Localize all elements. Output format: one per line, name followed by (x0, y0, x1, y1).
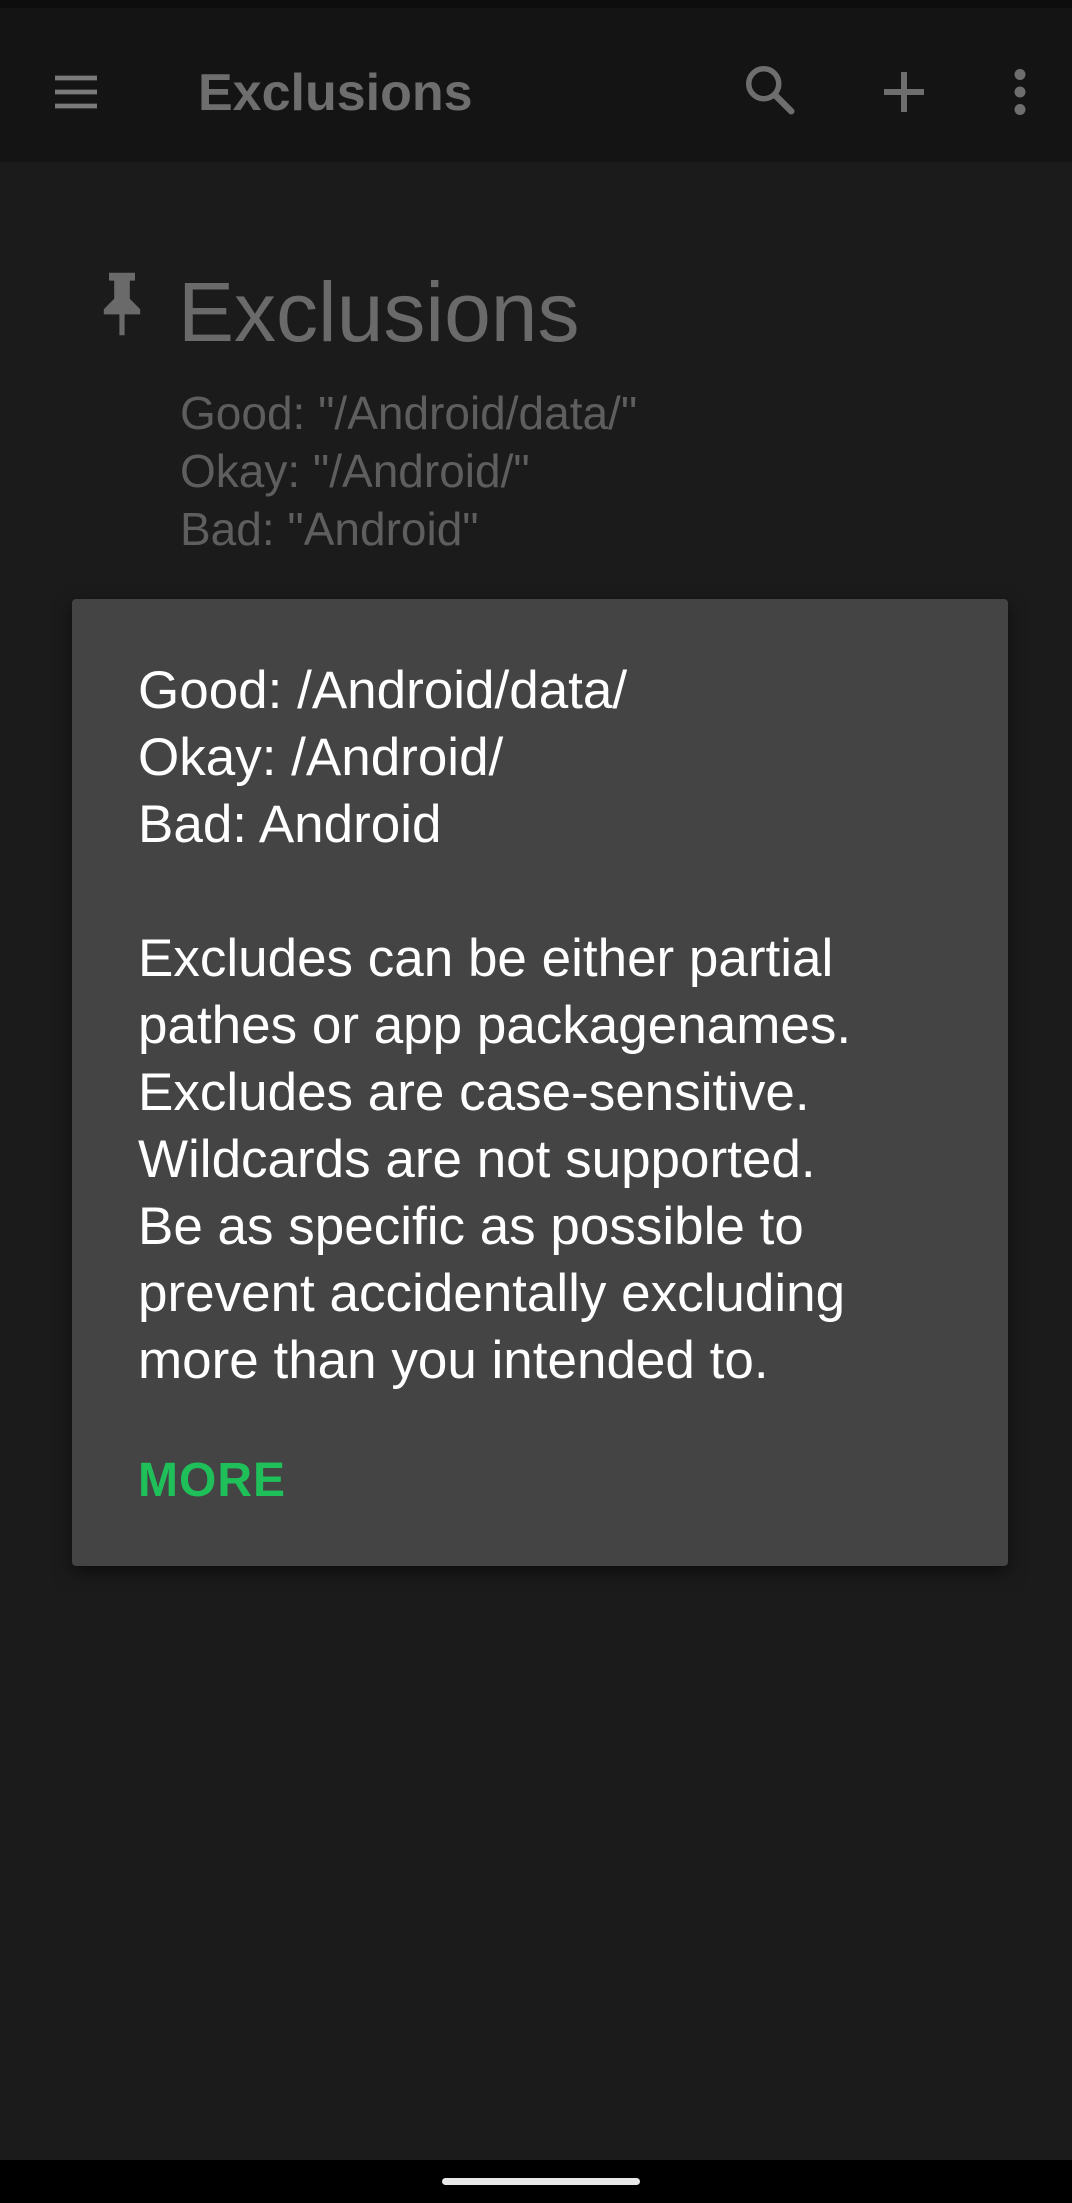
tooltip-body-line: Wildcards are not supported. (138, 1130, 816, 1189)
header-line-good: Good: "/Android/data/" (180, 387, 638, 439)
tooltip-body: Excludes can be either partial pathes or… (138, 925, 958, 1394)
toolbar-title: Exclusions (198, 64, 473, 122)
tooltip-body-line: Be as specific as possible to (138, 1197, 804, 1256)
more-button[interactable]: MORE (138, 1451, 286, 1511)
tooltip-body-line: pathes or app packagenames. (138, 996, 852, 1055)
tooltip-body-line: Excludes can be either partial (138, 929, 834, 988)
search-icon[interactable] (740, 60, 800, 120)
add-icon[interactable] (874, 62, 934, 122)
tooltip-example-good: Good: /Android/data/ (138, 661, 628, 720)
tooltip-example-bad: Bad: Android (138, 795, 442, 854)
tooltip-body-line: more than you intended to. (138, 1331, 769, 1390)
more-vert-icon[interactable] (1000, 62, 1040, 122)
status-bar (0, 0, 1072, 8)
tooltip-examples: Good: /Android/data/ Okay: /Android/ Bad… (138, 657, 627, 858)
pin-icon (103, 272, 141, 336)
header-line-okay: Okay: "/Android/" (180, 445, 530, 497)
header-description: Good: "/Android/data/" Okay: "/Android/"… (180, 384, 637, 558)
toolbar: Exclusions (0, 8, 1072, 162)
tooltip-body-line: Excludes are case-sensitive. (138, 1063, 810, 1122)
header-title: Exclusions (178, 265, 580, 359)
tooltip-card: Good: /Android/data/ Okay: /Android/ Bad… (72, 599, 1008, 1566)
navigation-bar (0, 2160, 1072, 2203)
menu-icon[interactable] (48, 64, 104, 120)
header-line-bad: Bad: "Android" (180, 503, 479, 555)
tooltip-body-line: prevent accidentally excluding (138, 1264, 846, 1323)
tooltip-example-okay: Okay: /Android/ (138, 728, 504, 787)
home-indicator[interactable] (442, 2178, 640, 2185)
